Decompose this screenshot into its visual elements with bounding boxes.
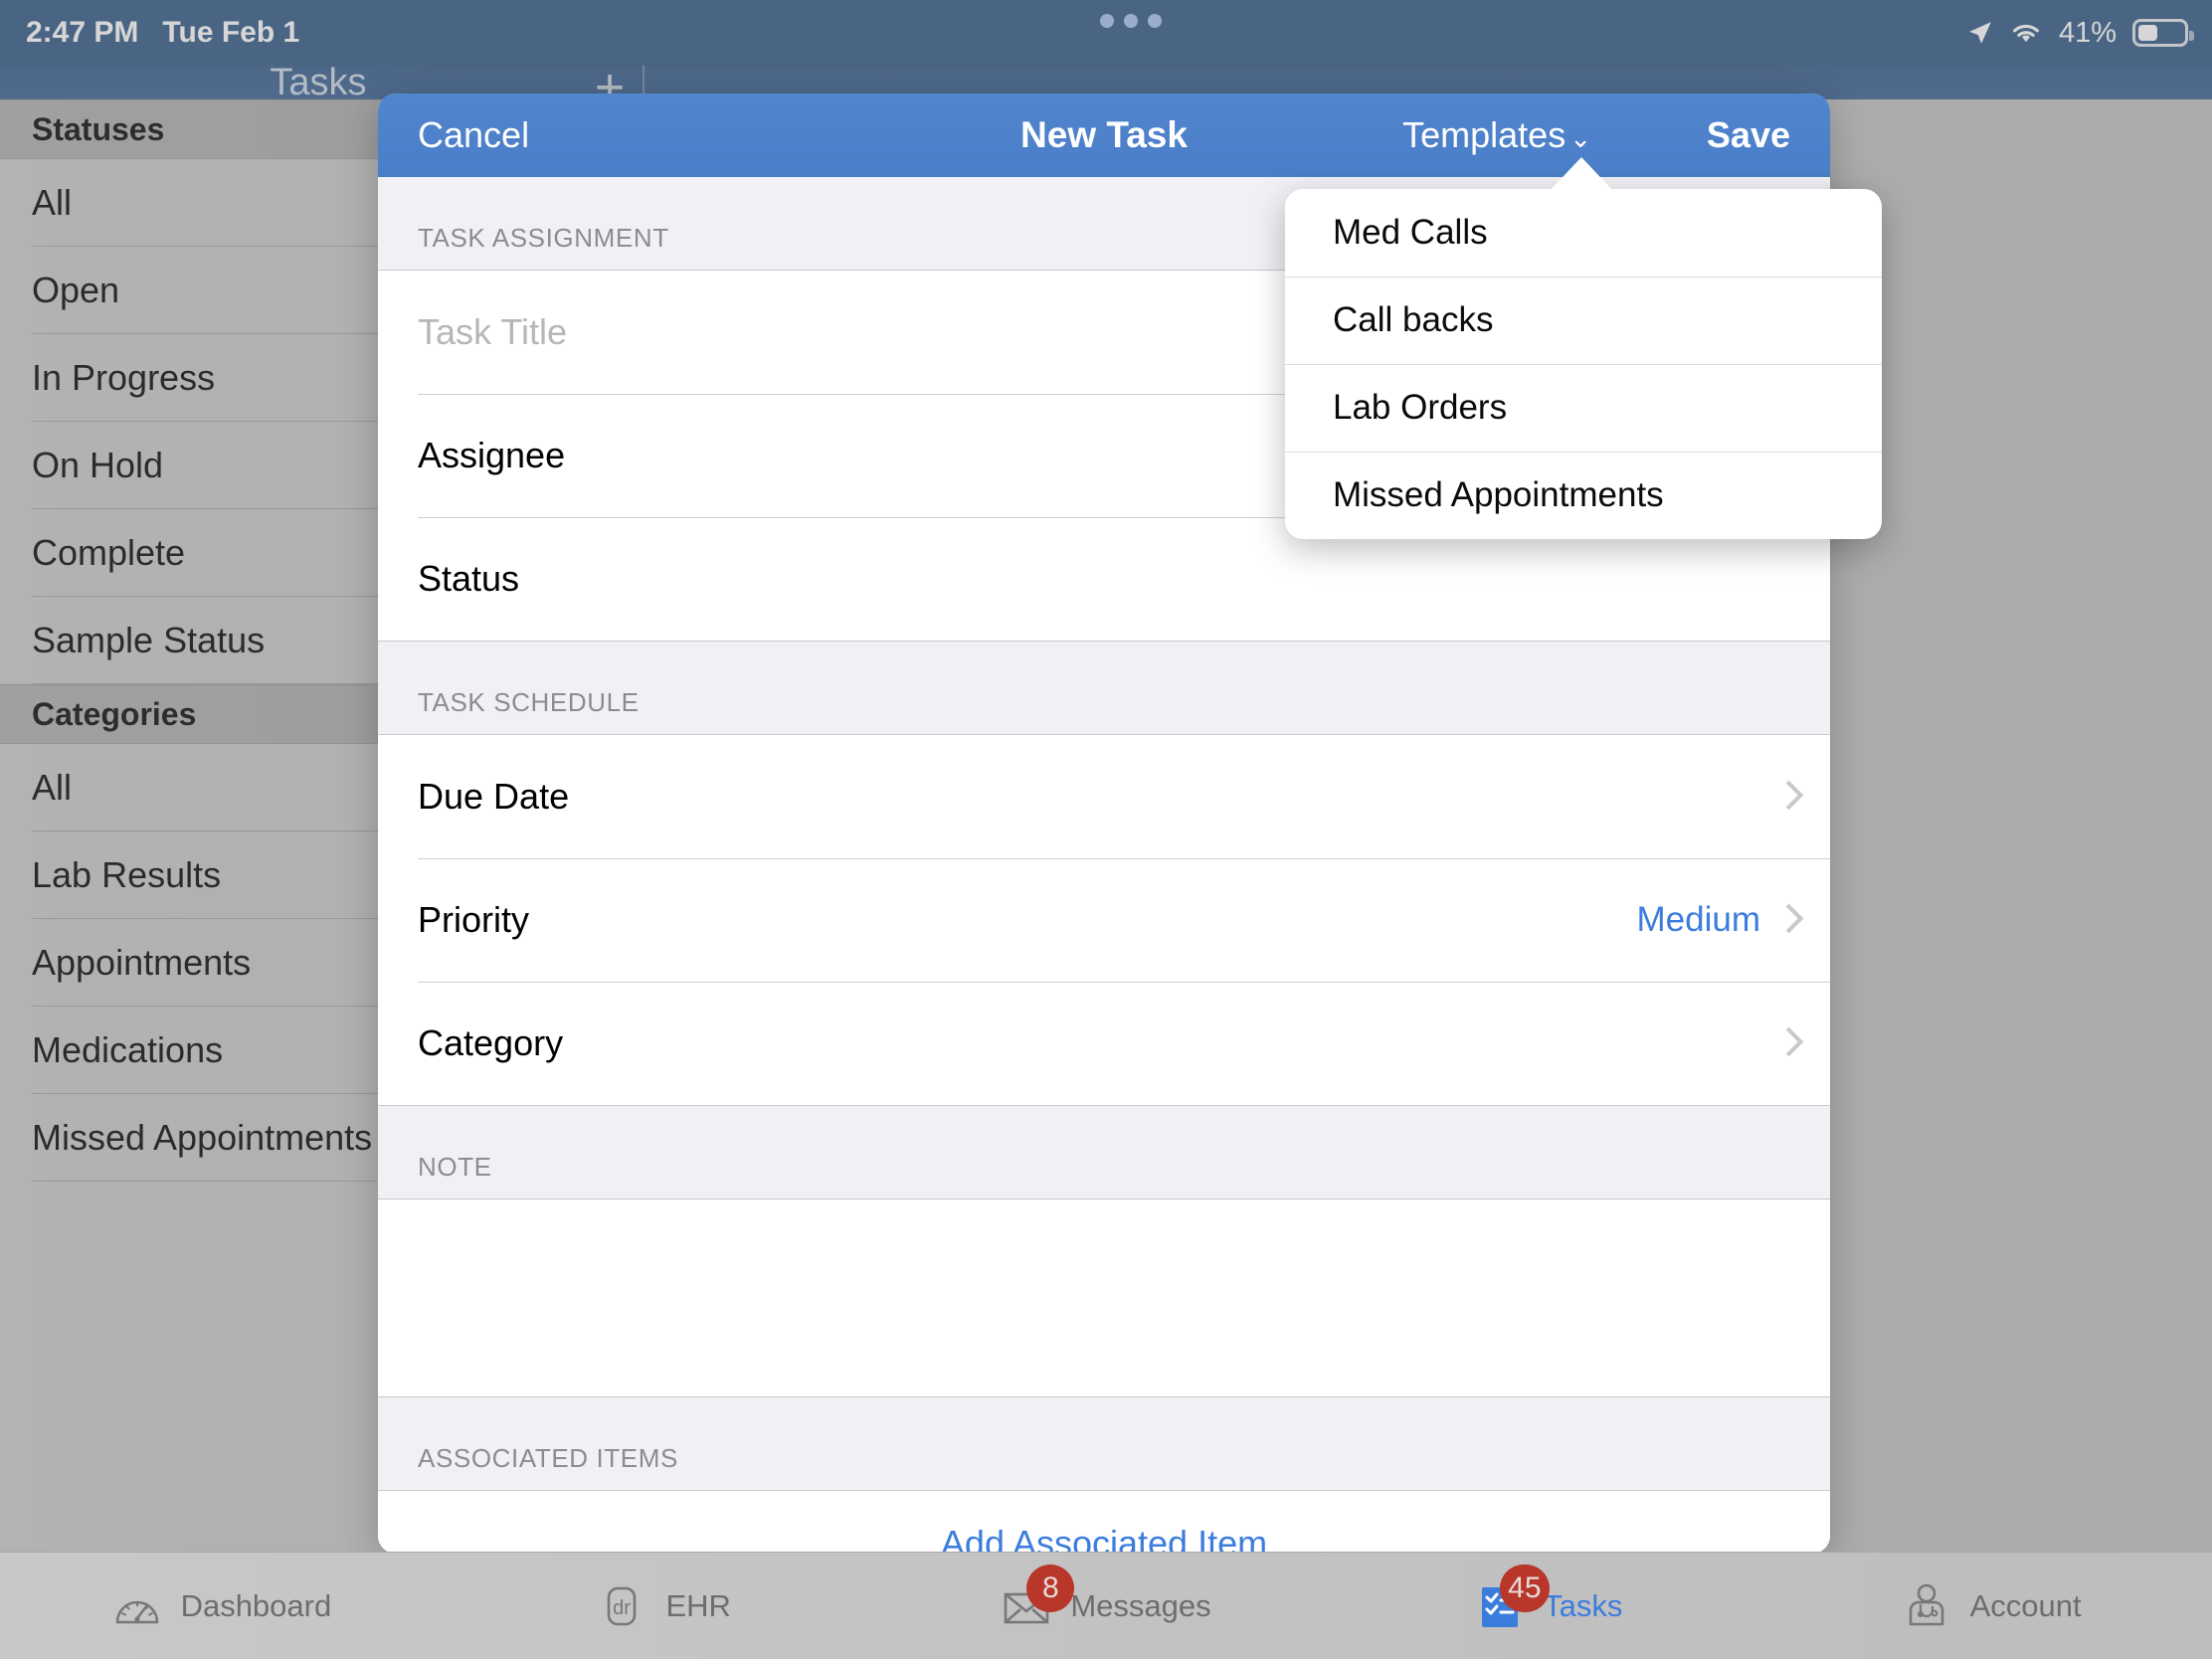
templates-button-label: Templates xyxy=(1402,114,1567,155)
tab-ehr[interactable]: dr EHR xyxy=(443,1580,885,1632)
cancel-button[interactable]: Cancel xyxy=(418,114,529,156)
dropdown-item-lab-orders[interactable]: Lab Orders xyxy=(1285,364,1882,452)
status-label: Status xyxy=(418,558,520,599)
tab-label-tasks: Tasks xyxy=(1544,1587,1623,1623)
gauge-icon xyxy=(111,1580,163,1632)
templates-dropdown[interactable]: Med Calls Call backs Lab Orders Missed A… xyxy=(1285,189,1882,539)
doctor-icon xyxy=(1901,1580,1952,1632)
dr-icon: dr xyxy=(596,1580,647,1632)
priority-label: Priority xyxy=(418,899,530,940)
due-date-row[interactable]: Due Date xyxy=(378,735,1830,858)
chevron-right-icon xyxy=(1778,904,1796,936)
tab-account[interactable]: Account xyxy=(1769,1580,2212,1632)
chevron-right-icon xyxy=(1778,1027,1796,1059)
section-label-note: NOTE xyxy=(378,1106,1830,1198)
tab-bar[interactable]: Dashboard dr EHR 8 Messages 45 Tasks Acc… xyxy=(0,1552,2212,1659)
dropdown-arrow-icon xyxy=(1548,157,1615,193)
checklist-icon: 45 xyxy=(1474,1564,1550,1632)
ipad-screen: Tasks + 2:47 PM Tue Feb 1 41% Statuses A… xyxy=(0,0,2212,1659)
tab-label-account: Account xyxy=(1969,1587,2082,1623)
dropdown-item-med-calls[interactable]: Med Calls xyxy=(1285,189,1882,276)
priority-row[interactable]: Priority Medium xyxy=(378,858,1830,982)
chevron-down-icon: ⌄ xyxy=(1569,123,1591,153)
add-associated-item-button[interactable]: Add Associated Item xyxy=(378,1490,1830,1554)
section-label-associated-items: ASSOCIATED ITEMS xyxy=(378,1397,1830,1490)
section-label-task-schedule: TASK SCHEDULE xyxy=(378,642,1830,734)
tab-messages[interactable]: 8 Messages xyxy=(885,1564,1328,1632)
modal-title: New Task xyxy=(1020,114,1188,155)
dropdown-item-missed-appointments[interactable]: Missed Appointments xyxy=(1285,452,1882,539)
save-button[interactable]: Save xyxy=(1707,114,1790,156)
templates-button[interactable]: Templates ⌄ xyxy=(1402,114,1591,156)
svg-text:dr: dr xyxy=(614,1597,632,1619)
tasks-badge: 45 xyxy=(1500,1564,1550,1612)
category-row[interactable]: Category xyxy=(378,982,1830,1105)
chevron-right-icon xyxy=(1778,781,1796,813)
task-schedule-list: Due Date Priority Medium Category xyxy=(378,734,1830,1106)
tab-label-dashboard: Dashboard xyxy=(180,1587,332,1623)
tab-label-messages: Messages xyxy=(1070,1587,1211,1623)
dropdown-item-call-backs[interactable]: Call backs xyxy=(1285,276,1882,364)
tab-tasks[interactable]: 45 Tasks xyxy=(1327,1564,1769,1632)
priority-value: Medium xyxy=(1636,900,1760,939)
tab-dashboard[interactable]: Dashboard xyxy=(0,1580,443,1632)
due-date-label: Due Date xyxy=(418,776,570,817)
messages-badge: 8 xyxy=(1026,1564,1075,1612)
category-label: Category xyxy=(418,1022,564,1063)
tab-label-ehr: EHR xyxy=(665,1587,731,1623)
note-textarea[interactable] xyxy=(378,1198,1830,1397)
envelope-icon: 8 xyxy=(1001,1564,1075,1632)
